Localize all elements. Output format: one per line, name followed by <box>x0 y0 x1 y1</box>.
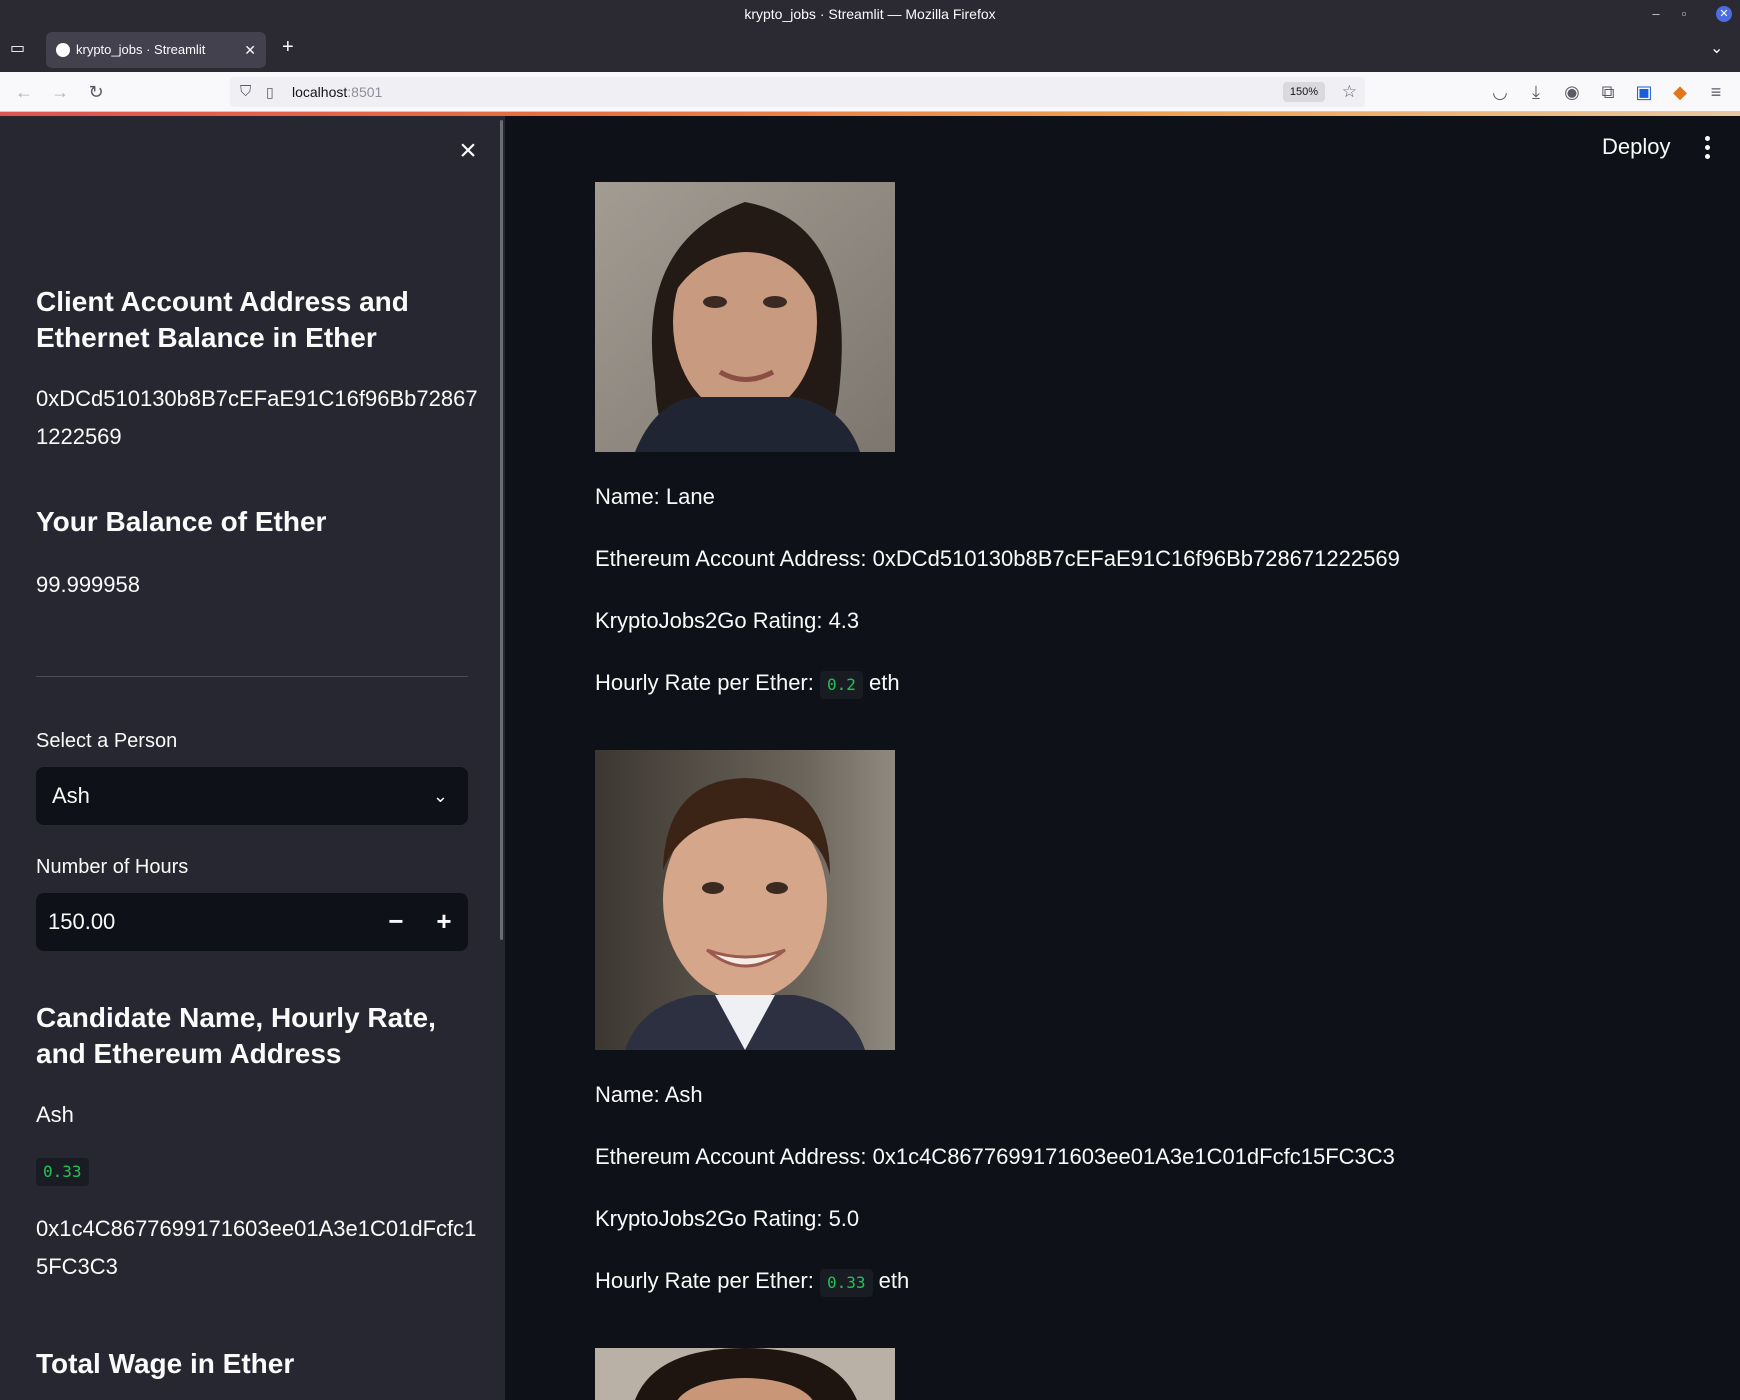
hours-label: Number of Hours <box>36 856 189 878</box>
back-icon[interactable]: ← <box>12 80 36 104</box>
url-host: localhost <box>292 84 348 100</box>
download-icon[interactable]: ⤓ <box>1524 80 1548 104</box>
page-icon: ▯ <box>266 84 274 100</box>
main-content: Deploy Name: Lane Ethereum Account Addre… <box>505 116 1740 1400</box>
more-options-icon[interactable] <box>1701 136 1713 160</box>
person-select[interactable]: Ash ⌄ <box>36 767 468 825</box>
candidate-2-address: Ethereum Account Address: 0x1c4C86776991… <box>595 1144 1395 1169</box>
candidate-photo-3 <box>595 1348 895 1400</box>
candidate-heading: Candidate Name, Hourly Rate, and Ethereu… <box>36 1002 436 1069</box>
deploy-button[interactable]: Deploy <box>1602 134 1670 160</box>
person-select-value: Ash <box>52 783 90 808</box>
zoom-level[interactable]: 150% <box>1282 82 1325 102</box>
window-close-icon[interactable]: ✕ <box>1716 6 1732 22</box>
select-label: Select a Person <box>36 730 178 752</box>
tab-bar: ▭ krypto_jobs · Streamlit ✕ + ⌄ <box>0 28 1740 72</box>
bookmark-star-icon[interactable]: ☆ <box>1342 77 1357 107</box>
rate-unit: eth <box>878 1268 910 1293</box>
candidate-rate-code: 0.33 <box>36 1158 89 1186</box>
candidate-photo-ash <box>595 750 895 1050</box>
sidebar-divider <box>36 676 468 677</box>
candidate-2-rate: Hourly Rate per Ether: 0.33 eth <box>595 1262 909 1300</box>
tab-list-chevron-icon[interactable]: ⌄ <box>1710 38 1723 58</box>
total-wage-heading: Total Wage in Ether <box>36 1348 295 1379</box>
tab-overview-icon[interactable]: ▭ <box>10 38 25 58</box>
url-bar[interactable]: ⛉ ▯ localhost:8501 150% ☆ <box>230 77 1365 107</box>
metamask-icon[interactable]: ◆ <box>1668 80 1692 104</box>
candidate-name: Ash <box>36 1102 74 1127</box>
candidate-photo-lane <box>595 182 895 452</box>
candidate-1-name: Name: Lane <box>595 484 715 509</box>
balance-heading: Your Balance of Ether <box>36 506 327 537</box>
navigation-bar: ← → ↻ ⛉ ▯ localhost:8501 150% ☆ ◡ ⤓ ◉ ⧉ … <box>0 72 1740 112</box>
rate-prefix: Hourly Rate per Ether: <box>595 670 814 695</box>
menu-icon[interactable]: ≡ <box>1704 80 1728 104</box>
rate-value-code: 0.33 <box>820 1269 873 1297</box>
rate-prefix: Hourly Rate per Ether: <box>595 1268 814 1293</box>
streamlit-favicon-icon <box>56 43 70 57</box>
shield-icon[interactable]: ⛉ <box>240 77 251 107</box>
window-titlebar: krypto_jobs · Streamlit — Mozilla Firefo… <box>0 0 1740 28</box>
candidate-1-address: Ethereum Account Address: 0xDCd510130b8B… <box>595 546 1400 571</box>
minimize-icon[interactable]: – <box>1644 0 1668 28</box>
hours-value: 150.00 <box>48 909 116 934</box>
client-heading: Client Account Address and Ethernet Bala… <box>36 286 409 353</box>
candidate-1-rate: Hourly Rate per Ether: 0.2 eth <box>595 664 900 702</box>
candidate-address-line2: 5FC3C3 <box>36 1254 118 1279</box>
candidate-rate: 0.33 <box>36 1158 89 1186</box>
close-sidebar-icon[interactable]: × <box>452 136 484 168</box>
rate-unit: eth <box>869 670 900 695</box>
candidate-2-rating: KryptoJobs2Go Rating: 5.0 <box>595 1206 860 1231</box>
hours-input[interactable]: 150.00 − + <box>36 893 468 951</box>
reload-icon[interactable]: ↻ <box>84 80 108 104</box>
increment-button[interactable]: + <box>420 893 468 951</box>
sidebar-scrollbar[interactable] <box>500 120 503 940</box>
window-title: krypto_jobs · Streamlit — Mozilla Firefo… <box>744 6 996 22</box>
browser-tab[interactable]: krypto_jobs · Streamlit ✕ <box>46 32 266 68</box>
tab-title: krypto_jobs · Streamlit <box>76 42 206 57</box>
new-tab-icon[interactable]: + <box>282 36 294 59</box>
pocket-icon[interactable]: ◡ <box>1488 80 1512 104</box>
bitwarden-icon[interactable]: ▣ <box>1632 80 1656 104</box>
extensions-icon[interactable]: ⧉ <box>1596 80 1620 104</box>
url-port: :8501 <box>347 84 383 100</box>
candidate-2-name: Name: Ash <box>595 1082 703 1107</box>
forward-icon[interactable]: → <box>48 80 72 104</box>
candidate-1-rating: KryptoJobs2Go Rating: 4.3 <box>595 608 860 633</box>
chevron-down-icon: ⌄ <box>432 786 448 806</box>
tab-close-icon[interactable]: ✕ <box>244 32 256 68</box>
client-address-line1: 0xDCd510130b8B7cEFaE91C16f96Bb72867 <box>36 386 478 411</box>
balance-value: 99.999958 <box>36 572 140 597</box>
client-address-line2: 1222569 <box>36 424 122 449</box>
decrement-button[interactable]: − <box>372 893 420 951</box>
rate-value-code: 0.2 <box>820 671 863 699</box>
account-icon[interactable]: ◉ <box>1560 80 1584 104</box>
restore-icon[interactable]: ▫ <box>1672 0 1696 28</box>
sidebar: × Client Account Address and Ethernet Ba… <box>0 116 505 1400</box>
candidate-address-line1: 0x1c4C8677699171603ee01A3e1C01dFcfc1 <box>36 1216 477 1241</box>
